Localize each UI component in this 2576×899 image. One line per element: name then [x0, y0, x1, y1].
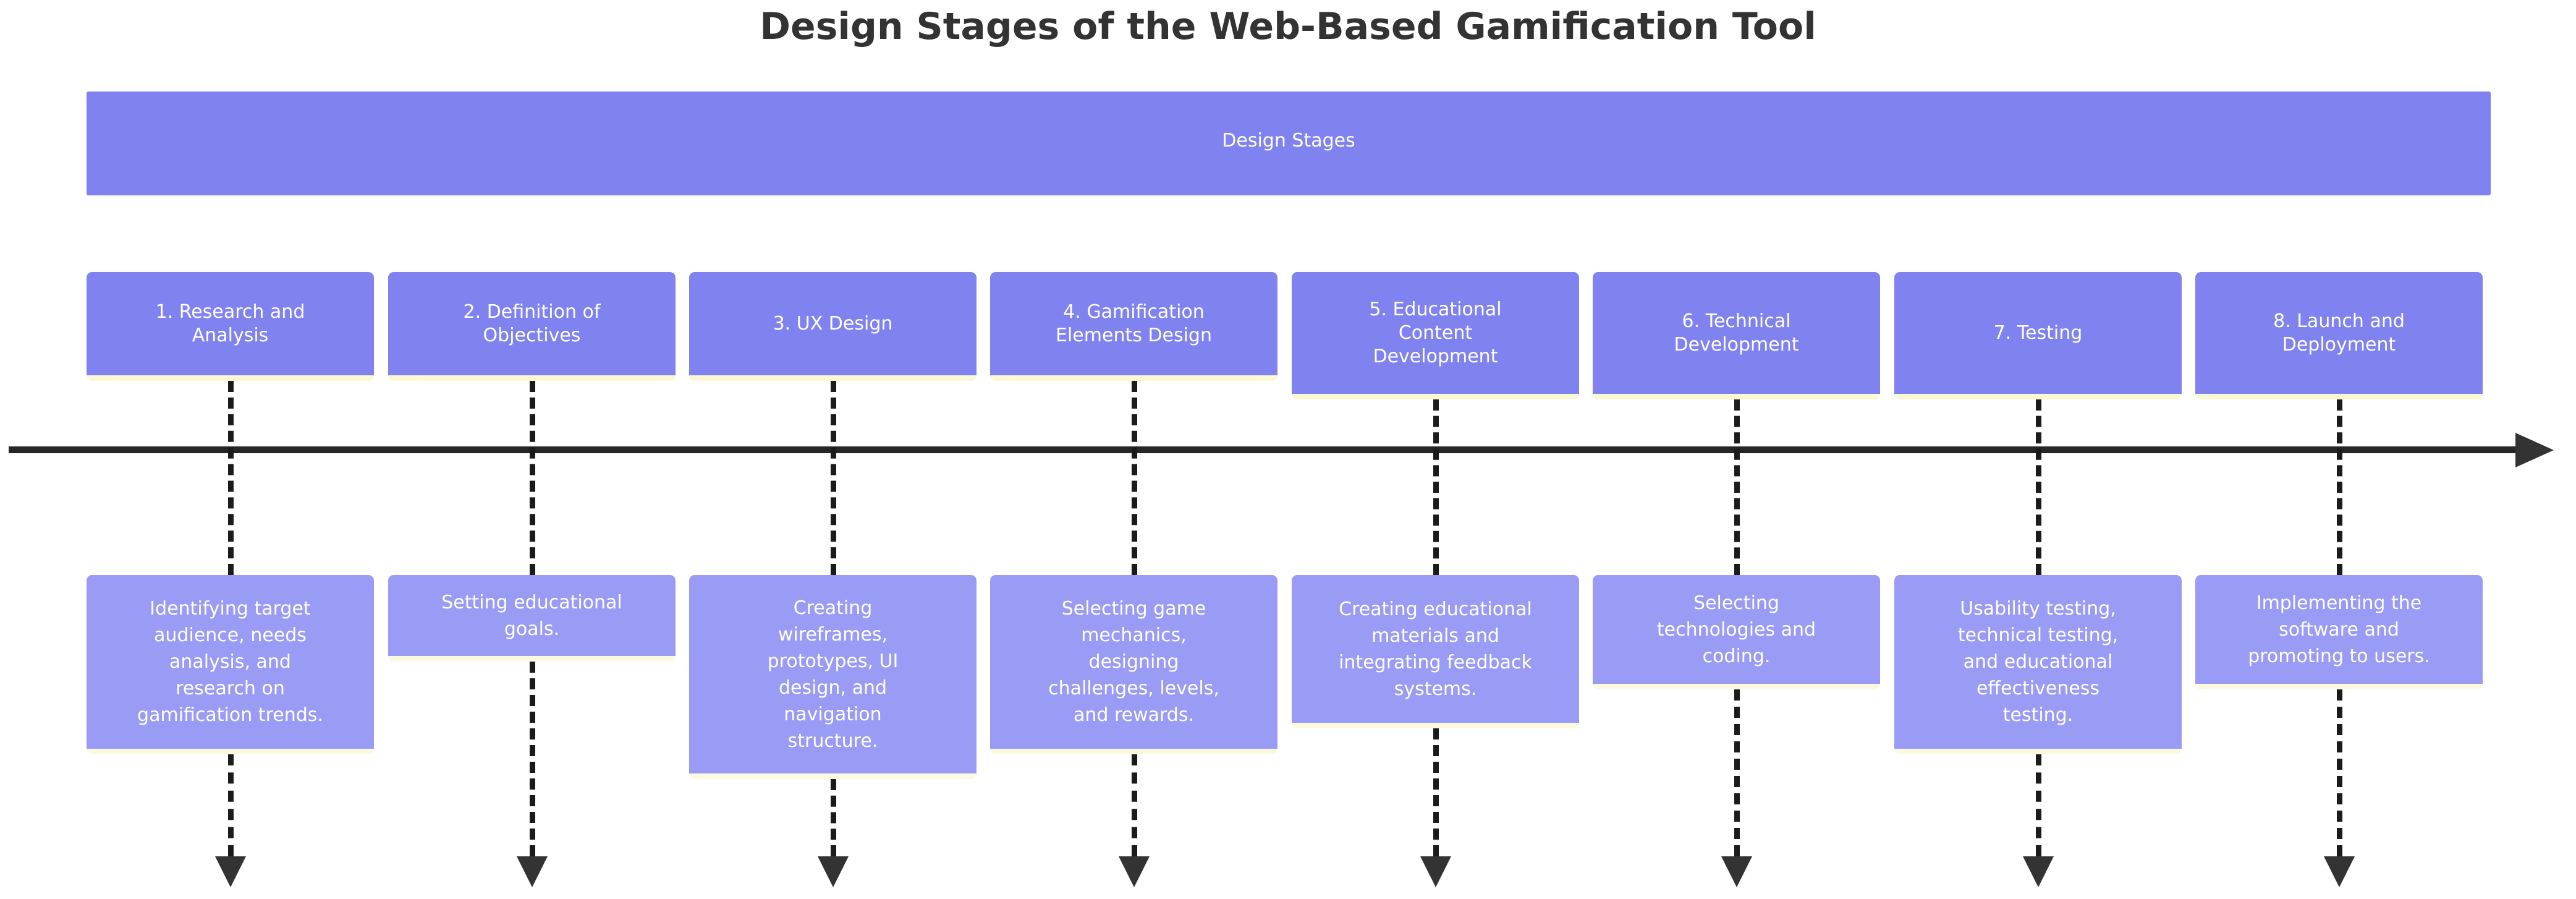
- stage-box-label: 8. Launch and Deployment: [2273, 310, 2405, 356]
- connector-arrow-icon: [214, 856, 246, 887]
- description-box-text: Creating educational materials and integ…: [1339, 598, 1532, 700]
- connector-line: [830, 779, 836, 856]
- connector-line: [2035, 399, 2041, 575]
- stage-box[interactable]: 5. Educational Content Development: [1292, 272, 1579, 399]
- description-box-text: Selecting game mechanics, designing chal…: [1048, 598, 1219, 726]
- section-header-bar: Design Stages: [87, 92, 2491, 195]
- connector-line: [1131, 754, 1137, 856]
- stage-box[interactable]: 3. UX Design: [689, 272, 977, 381]
- connector-line: [529, 381, 535, 575]
- description-box-text: Setting educational goals.: [441, 591, 622, 640]
- stage-box-label: 4. Gamification Elements Design: [1056, 300, 1212, 346]
- description-box[interactable]: Selecting technologies and coding.: [1593, 575, 1880, 689]
- stage-box-label: 6. Technical Development: [1674, 310, 1799, 356]
- stage-box[interactable]: 4. Gamification Elements Design: [990, 272, 1277, 381]
- connector-line: [2336, 399, 2342, 575]
- description-box[interactable]: Setting educational goals.: [388, 575, 676, 662]
- stage-box-label: 1. Research and Analysis: [155, 300, 305, 346]
- connector-arrow-icon: [2022, 856, 2054, 887]
- description-box-text: Usability testing, technical testing, an…: [1957, 598, 2119, 726]
- stage-box[interactable]: 6. Technical Development: [1593, 272, 1880, 399]
- connector-line: [2336, 689, 2342, 856]
- connector-arrow-icon: [2323, 856, 2355, 887]
- connector-line: [830, 381, 836, 575]
- description-box[interactable]: Implementing the software and promoting …: [2195, 575, 2483, 689]
- description-box-text: Selecting technologies and coding.: [1656, 592, 1816, 667]
- stage-box[interactable]: 2. Definition of Objectives: [388, 272, 676, 381]
- connector-line: [529, 662, 535, 856]
- stage-box-label: 2. Definition of Objectives: [463, 300, 601, 346]
- connector-line: [1433, 399, 1439, 575]
- connector-line: [1734, 689, 1740, 856]
- stage-box[interactable]: 8. Launch and Deployment: [2195, 272, 2483, 399]
- stage-box-label: 5. Educational Content Development: [1369, 298, 1502, 367]
- description-box[interactable]: Selecting game mechanics, designing chal…: [990, 575, 1277, 754]
- connector-line: [227, 381, 234, 575]
- connector-arrow-icon: [1118, 856, 1150, 887]
- description-box[interactable]: Creating educational materials and integ…: [1292, 575, 1579, 728]
- connector-arrow-icon: [1721, 856, 1752, 887]
- timeline-diagram: Design Stages of the Web-Based Gamificat…: [0, 0, 2576, 899]
- description-box[interactable]: Creating wireframes, prototypes, UI desi…: [689, 575, 977, 779]
- description-box[interactable]: Usability testing, technical testing, an…: [1894, 575, 2182, 754]
- description-box-text: Creating wireframes, prototypes, UI desi…: [767, 597, 899, 752]
- section-header-label: Design Stages: [1222, 130, 1355, 151]
- stage-box[interactable]: 1. Research and Analysis: [87, 272, 374, 381]
- description-box[interactable]: Identifying target audience, needs analy…: [87, 575, 374, 754]
- stage-box[interactable]: 7. Testing: [1894, 272, 2182, 399]
- stage-box-label: 7. Testing: [1993, 322, 2083, 344]
- connector-line: [1433, 728, 1439, 856]
- timeline-axis-line: [9, 446, 2523, 453]
- stage-box-label: 3. UX Design: [773, 312, 893, 334]
- page-title: Design Stages of the Web-Based Gamificat…: [760, 5, 1816, 48]
- connector-arrow-icon: [817, 856, 849, 887]
- connector-line: [227, 754, 234, 856]
- description-box-text: Identifying target audience, needs analy…: [137, 598, 323, 726]
- connector-line: [1131, 381, 1137, 575]
- connector-arrow-icon: [1420, 856, 1451, 887]
- connector-line: [2035, 754, 2041, 856]
- connector-arrow-icon: [516, 856, 548, 887]
- connector-line: [1734, 399, 1740, 575]
- timeline-axis-arrow-icon: [2515, 433, 2554, 467]
- description-box-text: Implementing the software and promoting …: [2248, 592, 2430, 667]
